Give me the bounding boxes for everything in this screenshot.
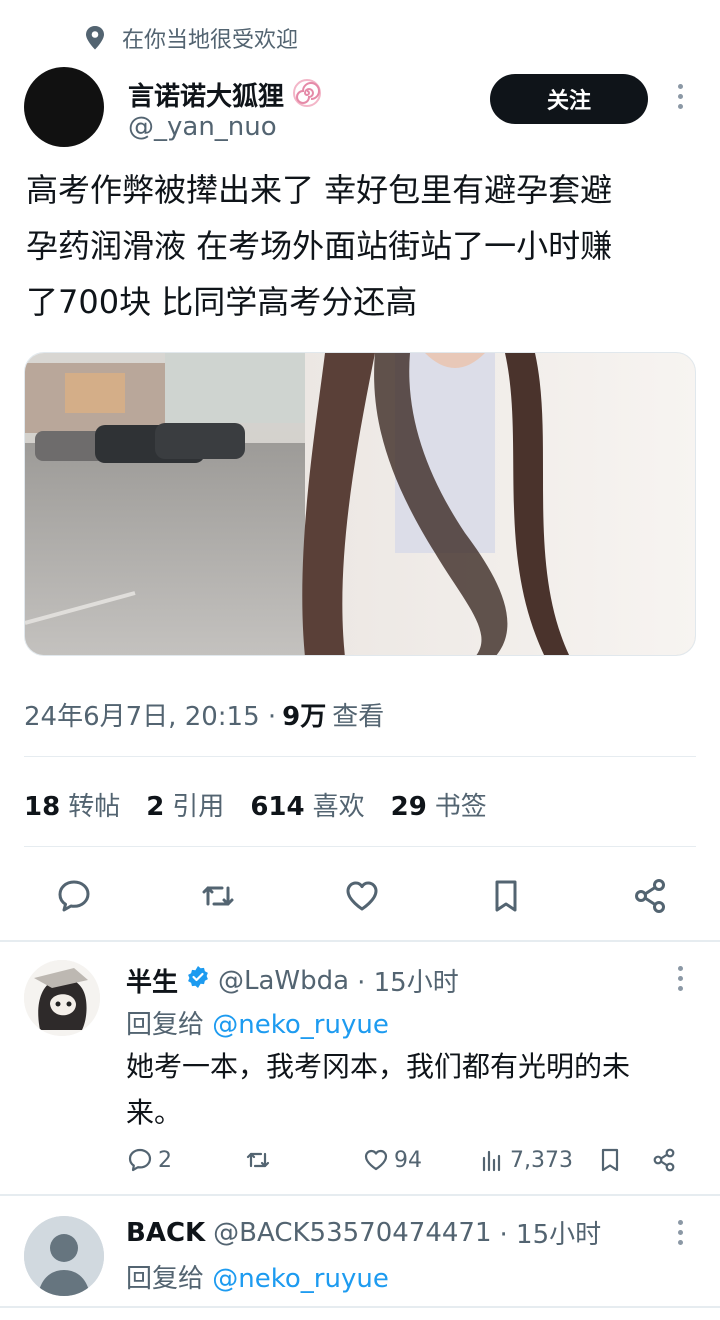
- tweet-line: 了700块 比同学高考分还高: [26, 283, 418, 321]
- reply-count: 2: [158, 1147, 172, 1173]
- location-pin-icon: [84, 25, 106, 51]
- views-label: 查看: [332, 702, 385, 732]
- views-icon: [482, 1150, 501, 1172]
- divider: [0, 1306, 720, 1308]
- tweet-text: 高考作弊被撵出来了 幸好包里有避孕套避 孕药润滑液 在考场外面站街站了一小时赚 …: [26, 162, 706, 330]
- reply-to-line: 回复给 @neko_ruyue: [126, 1004, 389, 1041]
- bookmark-icon[interactable]: [486, 876, 526, 916]
- views-count: 9万: [282, 702, 327, 732]
- share-icon: [653, 1148, 675, 1172]
- verified-badge-icon: [186, 965, 210, 996]
- stat-bookmarks[interactable]: 29 书签: [391, 786, 487, 823]
- naruto-swirl-icon: [292, 78, 322, 112]
- share-icon[interactable]: [630, 876, 670, 916]
- reply-to-mention[interactable]: @neko_ruyue: [212, 1264, 389, 1294]
- reply-author-name[interactable]: BACK: [126, 1218, 205, 1248]
- reply-text-line: 她考一本，我考冈本，我们都有光明的未: [126, 1050, 631, 1083]
- reply-bookmark-action[interactable]: [596, 1146, 624, 1174]
- reply-like-action[interactable]: 94: [362, 1146, 422, 1174]
- stat-retweets[interactable]: 18 转帖: [24, 786, 120, 823]
- divider: [24, 756, 696, 757]
- reply-text-line: 来。: [126, 1096, 183, 1129]
- reply-to-prefix: 回复给: [126, 1264, 205, 1294]
- like-count: 94: [394, 1147, 422, 1173]
- tweet-photo[interactable]: [24, 352, 696, 656]
- reply-to-line: 回复给 @neko_ruyue: [126, 1258, 389, 1295]
- popular-context: 在你当地很受欢迎: [84, 22, 298, 54]
- reply-avatar[interactable]: [24, 960, 100, 1036]
- default-avatar-icon: [24, 1216, 104, 1296]
- reply-header: 半生 @LaWbda · 15小时: [126, 962, 459, 999]
- reply-icon[interactable]: [54, 876, 94, 916]
- divider: [0, 1194, 720, 1196]
- reply-views-action[interactable]: 7,373: [478, 1146, 573, 1174]
- tweet-datetime[interactable]: 24年6月7日, 20:15 ·: [24, 696, 276, 733]
- tweet-action-bar: [24, 866, 696, 926]
- divider: [0, 940, 720, 942]
- like-icon: [364, 1149, 388, 1171]
- stat-quotes[interactable]: 2 引用: [146, 786, 224, 823]
- reply-action-bar: 2 94 7,373: [126, 1144, 686, 1176]
- retweet-icon[interactable]: [198, 876, 238, 916]
- tweet-line: 孕药润滑液 在考场外面站街站了一小时赚: [26, 227, 613, 265]
- reply-header: BACK @BACK53570474471 · 15小时: [126, 1214, 601, 1251]
- follow-button[interactable]: 关注: [490, 74, 648, 124]
- reply-to-mention[interactable]: @neko_ruyue: [212, 1010, 389, 1040]
- context-text: 在你当地很受欢迎: [122, 28, 299, 53]
- reply-avatar-default[interactable]: [24, 1216, 104, 1296]
- reply-reply-action[interactable]: 2: [126, 1146, 172, 1174]
- reply-author-handle[interactable]: @LaWbda: [218, 966, 349, 996]
- retweet-icon: [246, 1152, 270, 1168]
- reply-text: 她考一本，我考冈本，我们都有光明的未 来。: [126, 1044, 696, 1136]
- author-name-row: 言诺诺大狐狸: [128, 76, 322, 113]
- like-icon[interactable]: [342, 876, 382, 916]
- reply-to-prefix: 回复给: [126, 1010, 205, 1040]
- divider: [24, 846, 696, 847]
- more-options-icon[interactable]: [675, 84, 685, 109]
- author-handle[interactable]: @_yan_nuo: [128, 112, 277, 142]
- bookmark-icon: [601, 1148, 619, 1172]
- tweet-meta: 24年6月7日, 20:15 · 9万 查看: [24, 696, 384, 733]
- tweet-line: 高考作弊被撵出来了 幸好包里有避孕套避: [26, 171, 613, 209]
- views-count: 7,373: [510, 1147, 573, 1173]
- more-options-icon[interactable]: [675, 1220, 685, 1245]
- more-options-icon[interactable]: [675, 966, 685, 991]
- stat-likes[interactable]: 614 喜欢: [250, 786, 364, 823]
- reply-icon: [128, 1148, 152, 1172]
- reply-share-action[interactable]: [650, 1146, 678, 1174]
- author-display-name[interactable]: 言诺诺大狐狸: [128, 76, 284, 113]
- reply-time: · 15小时: [357, 968, 459, 998]
- reply-author-handle[interactable]: @BACK53570474471: [213, 1218, 491, 1248]
- reply-author-name[interactable]: 半生: [126, 962, 178, 999]
- reply-retweet-action[interactable]: [244, 1146, 272, 1174]
- reply-time: · 15小时: [499, 1220, 602, 1250]
- author-avatar[interactable]: [24, 67, 104, 147]
- tweet-stats: 18 转帖 2 引用 614 喜欢 29 书签: [24, 786, 487, 823]
